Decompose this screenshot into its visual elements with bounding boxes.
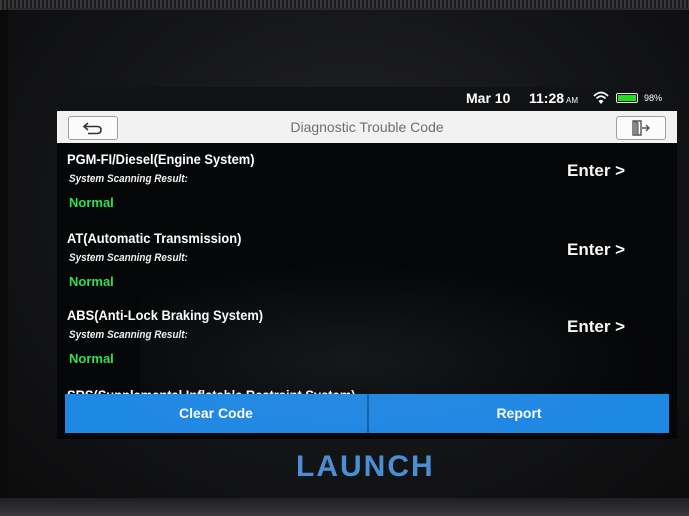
device-screen: Mar 10 11:28 AM 98% Diagnostic Trouble Co… <box>57 87 677 439</box>
scan-result-status: Normal <box>69 274 114 289</box>
report-button[interactable]: Report <box>369 394 669 433</box>
system-list: PGM-FI/Diesel(Engine System) System Scan… <box>57 143 677 393</box>
system-name: ABS(Anti-Lock Braking System) <box>67 307 264 323</box>
enter-button[interactable]: Enter > <box>567 317 625 337</box>
scan-result-label: System Scanning Result: <box>69 252 188 264</box>
scan-result-status: Normal <box>69 351 114 366</box>
system-name: PGM-FI/Diesel(Engine System) <box>67 151 255 167</box>
brand-logo: LAUNCH <box>296 450 435 483</box>
system-name: AT(Automatic Transmission) <box>67 230 242 246</box>
enter-button[interactable]: Enter > <box>567 161 625 181</box>
device-bottom-edge <box>0 498 689 516</box>
system-item-abs[interactable]: ABS(Anti-Lock Braking System) System Sca… <box>57 307 677 385</box>
status-time: 11:28 AM <box>529 90 578 106</box>
page-title: Diagnostic Trouble Code <box>290 119 444 135</box>
status-date: Mar 10 <box>466 90 511 106</box>
action-bar: Clear Code Report <box>65 394 669 433</box>
system-item-engine[interactable]: PGM-FI/Diesel(Engine System) System Scan… <box>57 151 677 229</box>
status-ampm: AM <box>566 96 579 105</box>
status-bar: Mar 10 11:28 AM 98% <box>57 87 677 111</box>
battery-percent: 98% <box>644 93 663 103</box>
exit-icon <box>632 120 650 136</box>
title-bar: Diagnostic Trouble Code <box>57 111 677 143</box>
battery-icon <box>616 93 638 103</box>
status-time-value: 11:28 <box>529 90 565 106</box>
clear-code-button[interactable]: Clear Code <box>65 394 367 433</box>
scan-result-label: System Scanning Result: <box>69 173 188 185</box>
wifi-icon <box>593 91 609 104</box>
scan-result-status: Normal <box>69 195 114 210</box>
exit-button[interactable] <box>616 116 666 140</box>
enter-button[interactable]: Enter > <box>567 240 625 260</box>
system-item-transmission[interactable]: AT(Automatic Transmission) System Scanni… <box>57 230 677 308</box>
scan-result-label: System Scanning Result: <box>69 329 188 341</box>
battery-fill <box>618 95 636 101</box>
